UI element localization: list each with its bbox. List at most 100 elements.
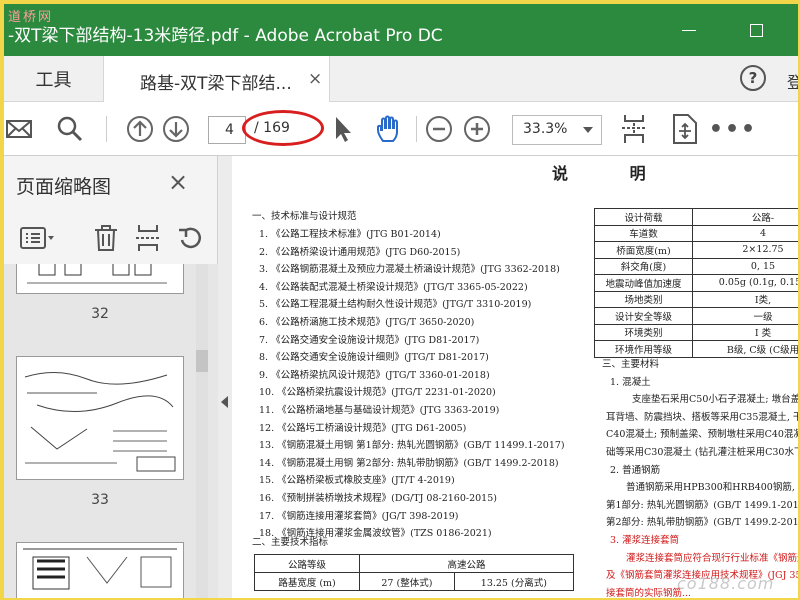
tab-close-icon[interactable]: × — [308, 69, 322, 89]
chevron-down-icon — [583, 127, 593, 133]
standard-item: 11. 《公路桥涵地基与基础设计规范》(JTG 3363-2019) — [259, 405, 500, 416]
standard-item: 14. 《钢筋混凝土用钢 第2部分: 热轧带肋钢筋》(GB/T 1499.2-2… — [259, 457, 559, 469]
bottom-watermark: co188.com — [677, 574, 775, 593]
thumbnail-options-icon[interactable] — [18, 220, 58, 256]
table-cell: 2×12.75 — [692, 241, 798, 259]
table-row: 环境类别 I 类 — [594, 323, 798, 341]
panel-toolbar — [4, 212, 217, 262]
page-thumbnails-panel: 页面缩略图 × 32 33 — [4, 156, 218, 598]
materials-line: C40混凝土; 预制盖梁、预制墩柱采用C40混凝 — [606, 429, 798, 441]
toolbar: / 169 33.3% ••• — [4, 102, 798, 156]
table-cell: 一级 — [692, 307, 798, 325]
standard-item: 7. 《公路交通安全设施设计规范》(JTG D81-2017) — [259, 334, 480, 346]
thumbnail-scrollbar[interactable] — [196, 264, 208, 598]
tab-document[interactable]: 路基-双T梁下部结... × — [104, 56, 330, 103]
scrollbar-thumb[interactable] — [196, 350, 208, 372]
select-cursor-icon[interactable] — [330, 111, 356, 147]
table-cell: 环境作用等级 — [594, 340, 693, 358]
hand-tool-icon[interactable] — [372, 111, 406, 147]
panel-close-icon[interactable]: × — [168, 168, 188, 196]
tab-bar: 工具 路基-双T梁下部结... × ? 登 — [4, 56, 798, 103]
standard-item: 4. 《公路装配式混凝土桥梁设计规范》(JTG/T 3365-05-2022) — [259, 281, 528, 293]
materials-line: 第2部分: 热轧带肋钢筋》(GB/T 1499.2-2018) 的规 — [606, 517, 798, 529]
table-cell: I类, — [692, 290, 798, 308]
zoom-select[interactable]: 33.3% — [512, 115, 602, 145]
email-icon[interactable] — [4, 111, 34, 147]
previous-page-button[interactable] — [124, 111, 156, 147]
table-cell: 斜交角(度) — [594, 257, 693, 275]
section-heading-indicators: 二、主要技术指标 — [252, 537, 329, 548]
zoom-out-button[interactable] — [424, 111, 454, 147]
table-cell: 设计安全等级 — [594, 307, 693, 325]
table-cell: 车道数 — [594, 224, 693, 242]
acrobat-window: 道桥网 -双T梁下部结构-13米跨径.pdf - Adobe Acrobat P… — [4, 4, 798, 598]
materials-line: 2. 普通钢筋 — [610, 464, 661, 476]
standard-item: 12. 《公路圬工桥涵设计规范》(JTG D61-2005) — [259, 422, 467, 434]
table-row: 斜交角(度) 0, 15 — [594, 257, 798, 275]
table-row: 路基宽度 (m) 27 (整体式) 13.25 (分离式) — [253, 572, 575, 591]
table-row: 环境作用等级 B级, C级 (C级用 — [594, 340, 798, 358]
document-title: 说 明 — [552, 164, 674, 183]
table-cell: 设计荷载 — [594, 208, 693, 226]
table-cell: 地震动峰值加速度 — [594, 274, 693, 292]
minimize-button[interactable] — [674, 18, 704, 42]
standard-item: 10. 《公路桥梁抗震设计规范》(JTG/T 2231-01-2020) — [259, 387, 496, 399]
page-number-input[interactable] — [208, 116, 246, 144]
standard-item: 17. 《钢筋连接用灌浆套筒》(JG/T 398-2019) — [259, 510, 459, 522]
technical-indicators-table: 公路等级 高速公路 路基宽度 (m) 27 (整体式) 13.25 (分离式) — [253, 554, 575, 591]
toolbar-divider — [416, 116, 417, 142]
insert-page-icon[interactable] — [132, 220, 164, 256]
table-cell: 高速公路 — [359, 554, 574, 573]
tab-document-label: 路基-双T梁下部结... — [140, 74, 292, 94]
table-cell: 路基宽度 (m) — [253, 572, 361, 591]
materials-line: 础等采用C30混凝土 (钻孔灌注桩采用C30水下 — [606, 447, 798, 458]
window-title: -双T梁下部结构-13米跨径.pdf - Adobe Acrobat Pro D… — [8, 26, 443, 46]
next-page-button[interactable] — [160, 111, 192, 147]
design-parameters-table: 设计荷载 公路- 车道数 4 桥面宽度(m) 2×12.75 斜交角(度) 0, 15 地震动峰… — [594, 208, 798, 358]
table-cell: 公路等级 — [253, 554, 361, 573]
help-icon[interactable]: ? — [740, 65, 766, 91]
table-cell: I 类 — [692, 323, 798, 341]
search-icon[interactable] — [54, 111, 86, 147]
thumbnail-page-number: 32 — [91, 306, 109, 322]
table-cell: B级, C级 (C级用 — [692, 340, 798, 358]
full-screen-icon[interactable] — [668, 111, 702, 147]
materials-line: 1. 混凝土 — [610, 376, 651, 388]
table-row: 设计安全等级 一级 — [594, 307, 798, 325]
standard-item: 3. 《公路钢筋混凝土及预应力混凝土桥涵设计规范》(JTG 3362-2018) — [259, 264, 560, 276]
collapse-panel-button[interactable] — [218, 156, 232, 598]
standard-item: 13. 《钢筋混凝土用钢 第1部分: 热轧光圆钢筋》(GB/T 11499.1-… — [259, 440, 565, 452]
table-row: 车道数 4 — [594, 224, 798, 242]
standard-item: 1. 《公路工程技术标准》(JTG B01-2014) — [259, 229, 441, 240]
table-row: 设计荷载 公路- — [594, 208, 798, 226]
table-cell: 27 (整体式) — [359, 572, 455, 591]
page-fit-icon[interactable] — [618, 111, 650, 147]
document-view: 说 明 一、技术标准与设计规范 1. 《公路工程技术标准》(JTG B01-20… — [232, 156, 798, 598]
standard-item: 8. 《公路交通安全设施设计细则》(JTG/T D81-2017) — [259, 352, 489, 364]
rotate-icon[interactable] — [174, 220, 206, 256]
delete-icon[interactable] — [90, 220, 122, 256]
maximize-button[interactable] — [741, 18, 771, 42]
table-row: 桥面宽度(m) 2×12.75 — [594, 241, 798, 259]
table-row: 公路等级 高速公路 — [253, 554, 574, 573]
table-cell: 桥面宽度(m) — [594, 241, 693, 259]
standard-item: 2. 《公路桥梁设计通用规范》(JTG D60-2015) — [259, 246, 461, 258]
standard-item: 16. 《预制拼装桥墩技术规程》(DG/TJ 08-2160-2015) — [259, 493, 497, 504]
table-cell: 场地类别 — [594, 290, 693, 308]
table-cell: 0.05g (0.1g, 0.15g — [692, 274, 798, 292]
page-thumbnail[interactable] — [16, 542, 184, 598]
materials-line: 普通钢筋采用HPB300和HRB400钢筋, 钢 — [626, 482, 798, 494]
zoom-in-button[interactable] — [462, 111, 492, 147]
materials-line: 耳背墙、防震挡块、搭板等采用C35混凝土, 干 — [606, 411, 798, 423]
table-cell: 4 — [692, 224, 798, 242]
more-tools-icon[interactable]: ••• — [709, 111, 755, 147]
tab-tools[interactable]: 工具 — [4, 56, 104, 102]
sign-in-button[interactable]: 登 — [787, 69, 798, 93]
materials-line: 第1部分: 热轧光圆钢筋》(GB/T 1499.1-2017) 和 — [606, 499, 798, 511]
title-bar: 道桥网 -双T梁下部结构-13米跨径.pdf - Adobe Acrobat P… — [4, 4, 798, 56]
table-cell: 13.25 (分离式) — [453, 572, 575, 591]
standard-item: 15. 《公路桥梁板式橡胶支座》(JT/T 4-2019) — [259, 475, 455, 487]
page-thumbnail[interactable] — [16, 356, 184, 480]
table-cell: 0, 15 — [692, 257, 798, 275]
page-thumbnail[interactable] — [16, 264, 184, 294]
